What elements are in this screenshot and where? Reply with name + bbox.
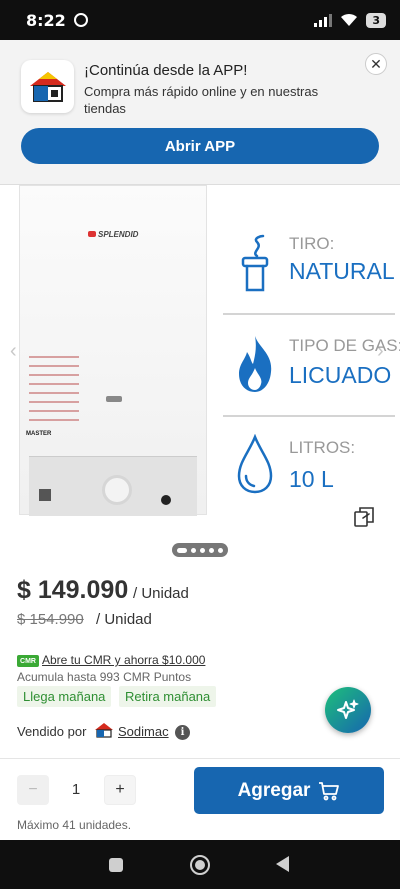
spec-divider xyxy=(223,313,395,315)
product-qr xyxy=(39,489,51,501)
sparkle-icon xyxy=(337,699,359,719)
quantity-decrease-button[interactable]: − xyxy=(17,775,49,805)
pagination-dot[interactable] xyxy=(218,547,223,553)
cart-icon xyxy=(319,781,340,800)
seller-name-link[interactable]: Sodimac xyxy=(118,724,169,739)
banner-subtitle: Compra más rápido online y en nuestras t… xyxy=(84,84,319,116)
old-price: $ 154.990 xyxy=(17,611,84,628)
open-app-button[interactable]: Abrir APP xyxy=(21,128,379,164)
max-quantity-note: Máximo 41 unidades. xyxy=(17,818,132,832)
product-vent xyxy=(106,396,122,402)
current-price: $ 149.090 xyxy=(17,576,129,604)
product-knob xyxy=(102,475,132,505)
system-nav-bar xyxy=(0,840,400,889)
old-price-unit: / Unidad xyxy=(96,611,152,628)
chimney-icon xyxy=(241,234,269,292)
status-bar: 8:22 3 xyxy=(0,0,400,40)
product-control-panel xyxy=(29,456,197,516)
pagination-dot[interactable] xyxy=(209,547,214,553)
gallery-pagination xyxy=(172,543,228,557)
seller-logo xyxy=(95,723,113,738)
product-brand-mark: SPLENDID xyxy=(88,230,138,239)
spec-liters: LITROS: 10 L xyxy=(225,434,400,504)
product-image: SPLENDID MASTER xyxy=(19,185,207,516)
add-to-cart-bar: − 1 + Agregar Máximo 41 unidades. xyxy=(0,758,400,840)
water-drop-icon xyxy=(237,434,273,494)
product-label-lines xyxy=(29,356,89,428)
seller-label: Vendido por xyxy=(17,724,87,739)
gallery-prev-arrow[interactable]: ‹ xyxy=(10,340,17,363)
pagination-dot[interactable] xyxy=(191,547,196,553)
spec-draft: TIRO: NATURAL xyxy=(225,230,400,310)
recent-apps-button[interactable] xyxy=(109,858,123,872)
home-button[interactable] xyxy=(190,855,210,875)
assistant-button[interactable] xyxy=(325,687,371,733)
pickup-chip: Retira mañana xyxy=(119,686,217,707)
cmr-badge: CMR xyxy=(17,655,39,667)
sodimac-logo xyxy=(21,60,74,113)
spec-value: 10 L xyxy=(289,466,334,492)
cmr-points: Acumula hasta 993 CMR Puntos xyxy=(17,670,192,684)
add-to-cart-button[interactable]: Agregar xyxy=(194,767,384,814)
flame-icon xyxy=(239,336,272,392)
info-icon[interactable]: i xyxy=(175,725,190,740)
pagination-dot[interactable] xyxy=(200,547,205,553)
whatsapp-icon xyxy=(73,13,88,27)
spec-value: NATURAL xyxy=(289,258,395,284)
wifi-icon xyxy=(341,13,358,26)
spec-label: TIRO: xyxy=(289,234,335,253)
signal-icon xyxy=(314,13,333,27)
spec-label: LITROS: xyxy=(289,438,356,457)
banner-title: ¡Continúa desde la APP! xyxy=(84,62,248,79)
close-banner-button[interactable]: ✕ xyxy=(365,53,387,75)
add-to-cart-label: Agregar xyxy=(237,779,311,801)
compare-icon[interactable] xyxy=(353,506,375,528)
spec-divider xyxy=(223,415,395,417)
back-button[interactable] xyxy=(276,856,289,872)
spec-gas-type: TIPO DE GAS: LICUADO xyxy=(225,332,400,412)
spec-value: LICUADO xyxy=(289,362,392,388)
pagination-dot-active[interactable] xyxy=(177,547,187,553)
status-time: 8:22 xyxy=(26,10,66,30)
cmr-offer-link[interactable]: Abre tu CMR y ahorra $10.000 xyxy=(42,653,205,667)
quantity-increase-button[interactable]: + xyxy=(104,775,136,805)
delivery-chip: Llega mañana xyxy=(17,686,112,707)
product-model-mark: MASTER xyxy=(26,431,52,437)
battery-indicator: 3 xyxy=(366,12,386,28)
price-unit: / Unidad xyxy=(133,585,189,602)
spec-label: TIPO DE GAS: xyxy=(289,336,400,355)
quantity-value[interactable]: 1 xyxy=(60,781,92,798)
app-banner: ¡Continúa desde la APP! Compra más rápid… xyxy=(0,40,400,185)
product-button xyxy=(161,495,171,505)
